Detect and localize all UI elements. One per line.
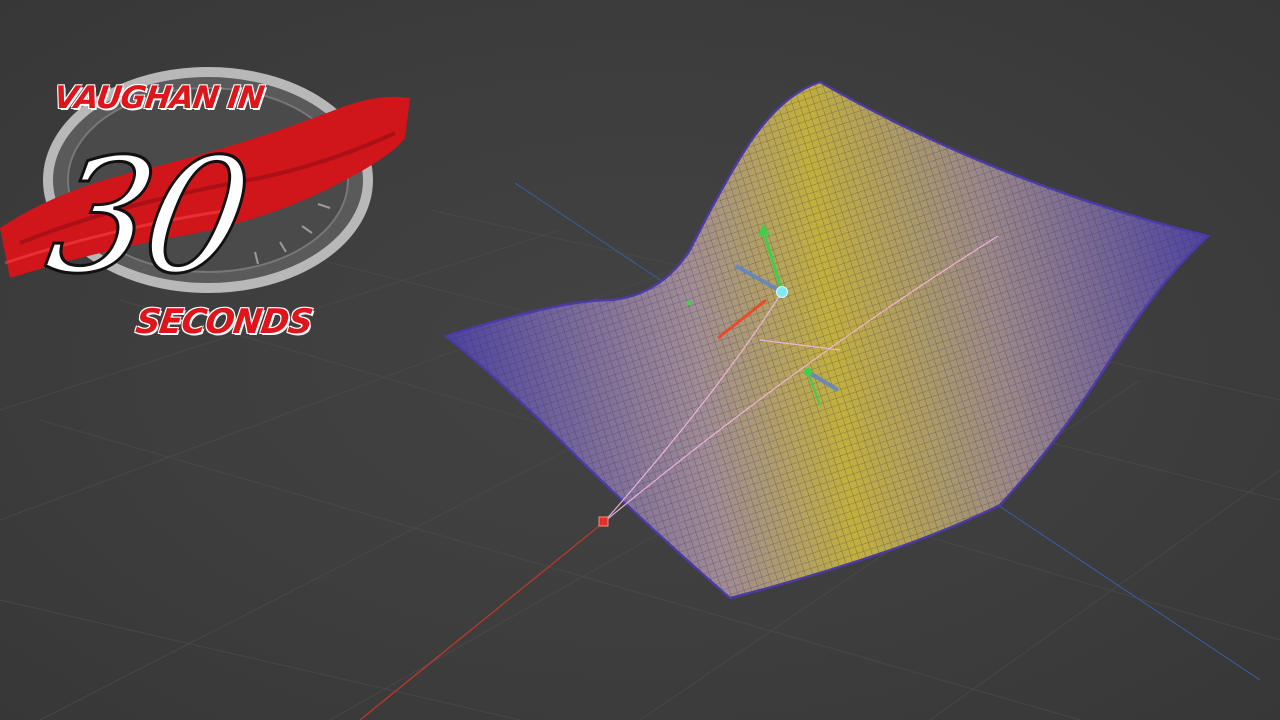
logo-subtitle-text: SECONDS xyxy=(133,302,315,342)
spline-start-point[interactable] xyxy=(598,516,609,527)
video-logo-overlay: VAUGHAN IN 30 SECONDS xyxy=(0,38,420,342)
x-axis-line xyxy=(359,521,605,720)
logo-number-text: 30 xyxy=(34,124,259,311)
pivot-handle[interactable] xyxy=(686,300,692,306)
logo-title-text: VAUGHAN IN xyxy=(51,80,266,116)
deformed-plane-mesh[interactable] xyxy=(430,70,1230,610)
3d-viewport[interactable]: VAUGHAN IN 30 SECONDS xyxy=(0,0,1280,720)
